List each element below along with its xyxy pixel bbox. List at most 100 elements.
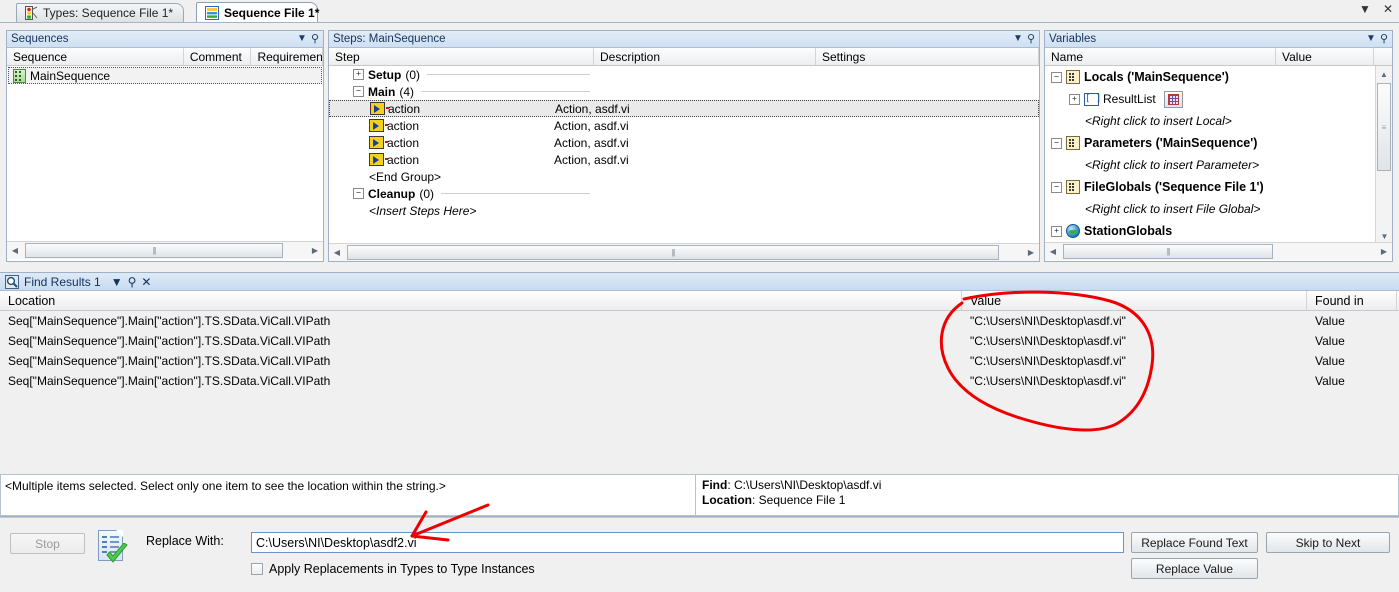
variables-node-resultlist[interactable]: + [ ] ResultList [1045,88,1392,110]
result-value: "C:\Users\NI\Desktop\asdf.vi" [970,374,1126,388]
steps-panel-titlebar: Steps: MainSequence ▼ ⚲ [329,31,1039,48]
steps-horizontal-scrollbar[interactable]: ◀ ||| ▶ [329,243,1039,261]
steps-group-cleanup[interactable]: − Cleanup (0) [329,185,1039,202]
replace-with-input[interactable] [251,532,1124,553]
sequences-list: MainSequence ◀ ||| ▶ [7,66,323,259]
result-value: "C:\Users\NI\Desktop\asdf.vi" [970,314,1126,328]
scroll-right-icon[interactable]: ▶ [307,243,323,259]
replace-value-button[interactable]: Replace Value [1131,558,1258,579]
result-found-in: Value [1315,314,1345,328]
result-location: Seq["MainSequence"].Main["action"].TS.SD… [8,374,331,388]
scroll-left-icon[interactable]: ◀ [1045,244,1061,260]
column-value[interactable]: Value [1276,48,1374,65]
variables-hint-insert-file-global[interactable]: <Right click to insert File Global> [1045,198,1392,220]
variables-node-locals[interactable]: − Locals ('MainSequence') [1045,66,1392,88]
apply-replacements-checkbox[interactable] [251,563,263,575]
locals-icon [1066,70,1080,84]
scroll-left-icon[interactable]: ◀ [7,243,23,259]
variables-horizontal-scrollbar[interactable]: ◀ ||| ▶ [1045,242,1392,260]
find-result-row[interactable]: Seq["MainSequence"].Main["action"].TS.SD… [0,331,1399,351]
find-result-row[interactable]: Seq["MainSequence"].Main["action"].TS.SD… [0,371,1399,391]
scroll-right-icon[interactable]: ▶ [1023,245,1039,261]
skip-to-next-button[interactable]: Skip to Next [1266,532,1390,553]
collapse-icon[interactable]: − [353,86,364,97]
step-row-action-2[interactable]: action Action, asdf.vi [329,117,1039,134]
pin-icon[interactable]: ⚲ [1027,33,1035,45]
chevron-down-icon[interactable]: ▼ [297,34,307,44]
close-icon[interactable]: ✕ [1381,2,1395,16]
apply-replacements-checkbox-row[interactable]: Apply Replacements in Types to Type Inst… [251,562,535,576]
find-detail-box: Find: C:\Users\NI\Desktop\asdf.vi Locati… [695,474,1399,516]
pin-icon[interactable]: ⚲ [128,275,137,289]
column-value[interactable]: Value [962,291,1307,310]
expand-icon[interactable]: + [1069,93,1080,105]
sequence-row-mainsequence[interactable]: MainSequence [8,67,322,84]
chevron-down-icon[interactable]: ▼ [111,275,123,289]
array-view-button[interactable] [1163,90,1183,108]
close-icon[interactable]: ✕ [141,275,151,289]
variables-node-label: FileGlobals ('Sequence File 1') [1084,180,1264,194]
find-results-icon [5,274,19,289]
find-result-row[interactable]: Seq["MainSequence"].Main["action"].TS.SD… [0,311,1399,331]
variables-node-fileglobals[interactable]: − FileGlobals ('Sequence File 1') [1045,176,1392,198]
scroll-thumb[interactable]: ≡ [1377,83,1391,171]
chevron-down-icon[interactable]: ▼ [1013,34,1023,44]
tab-list-dropdown-icon[interactable]: ▼ [1358,2,1372,16]
group-divider [427,74,590,75]
variables-node-label: Locals ('MainSequence') [1084,70,1229,84]
column-sequence[interactable]: Sequence [7,48,184,65]
expand-icon[interactable]: + [1051,225,1062,237]
step-row-action-4[interactable]: action Action, asdf.vi [329,151,1039,168]
scroll-thumb[interactable]: ||| [347,245,999,260]
sequences-panel: Sequences ▼ ⚲ Sequence Comment Requireme… [6,30,324,262]
column-description[interactable]: Description [594,48,816,65]
tab-types-sequence-file-1[interactable]: Types: Sequence File 1* [16,3,184,22]
steps-group-main[interactable]: − Main (4) [329,83,1039,100]
vi-call-icon [369,153,384,166]
collapse-icon[interactable]: − [1051,181,1062,193]
pin-icon[interactable]: ⚲ [1380,33,1388,45]
find-result-row[interactable]: Seq["MainSequence"].Main["action"].TS.SD… [0,351,1399,371]
variables-node-stationglobals[interactable]: + StationGlobals [1045,220,1392,242]
types-icon [25,6,38,20]
scroll-up-icon[interactable]: ▲ [1376,66,1392,82]
step-row-insert-placeholder[interactable]: <Insert Steps Here> [329,202,1039,219]
column-found-in[interactable]: Found in [1307,291,1397,310]
scroll-thumb[interactable]: ||| [1063,244,1273,259]
tab-sequence-file-1[interactable]: Sequence File 1* [196,2,319,22]
collapse-icon[interactable]: − [1051,137,1062,149]
column-step[interactable]: Step [329,48,594,65]
column-requirement[interactable]: Requiremen [251,48,323,65]
step-row-action-3[interactable]: action Action, asdf.vi [329,134,1039,151]
steps-group-setup[interactable]: + Setup (0) [329,66,1039,83]
scroll-track[interactable]: ||| [345,245,1023,260]
stop-button[interactable]: Stop [10,533,85,554]
variables-vertical-scrollbar[interactable]: ▲ ≡ ▼ [1375,66,1392,244]
variables-node-parameters[interactable]: − Parameters ('MainSequence') [1045,132,1392,154]
chevron-down-icon[interactable]: ▼ [1366,34,1376,44]
scroll-track[interactable]: ||| [1061,244,1376,259]
variables-hint-insert-local[interactable]: <Right click to insert Local> [1045,110,1392,132]
variables-hint-insert-parameter[interactable]: <Right click to insert Parameter> [1045,154,1392,176]
column-settings[interactable]: Settings [816,48,1039,65]
sequences-panel-title: Sequences [11,33,69,45]
collapse-icon[interactable]: − [353,188,364,199]
column-name[interactable]: Name [1045,48,1276,65]
replace-found-text-button[interactable]: Replace Found Text [1131,532,1258,553]
group-label: Main [368,84,396,99]
column-comment[interactable]: Comment [184,48,252,65]
variables-hint-label: <Right click to insert Parameter> [1085,158,1260,172]
selection-status-message: <Multiple items selected. Select only on… [0,474,695,516]
scroll-right-icon[interactable]: ▶ [1376,244,1392,260]
scroll-left-icon[interactable]: ◀ [329,245,345,261]
sequences-horizontal-scrollbar[interactable]: ◀ ||| ▶ [7,241,323,259]
steps-panel: Steps: MainSequence ▼ ⚲ Step Description… [328,30,1040,262]
step-row-end-group[interactable]: <End Group> [329,168,1039,185]
scroll-track[interactable]: ||| [23,243,307,258]
collapse-icon[interactable]: − [1051,71,1062,83]
step-row-action-1[interactable]: action Action, asdf.vi [329,100,1039,117]
expand-icon[interactable]: + [353,69,364,80]
scroll-thumb[interactable]: ||| [25,243,283,258]
column-location[interactable]: Location [0,291,962,310]
pin-icon[interactable]: ⚲ [311,33,319,45]
